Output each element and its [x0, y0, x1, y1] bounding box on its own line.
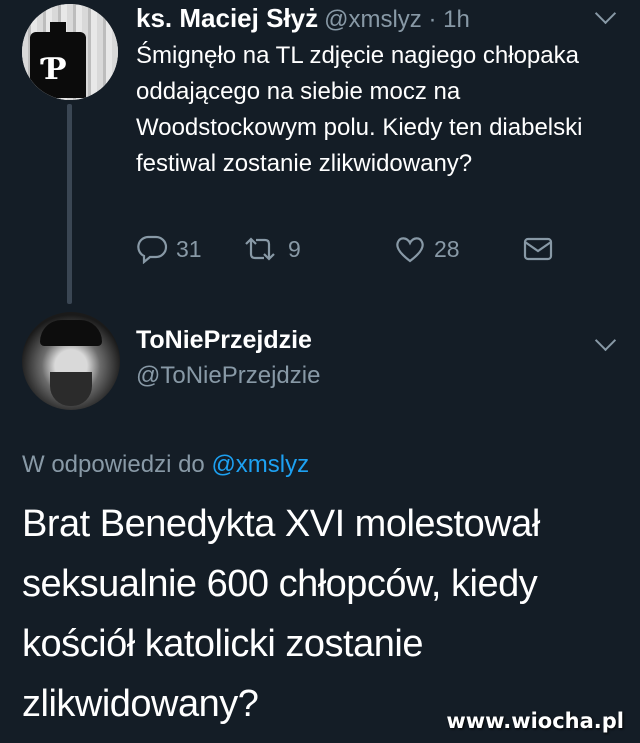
author-handle: @xmslyz · 1h — [324, 6, 470, 33]
heart-icon — [396, 237, 424, 263]
tweet-text: Brat Benedykta XVI molestował seksualnie… — [22, 503, 540, 725]
fighting-poland-anchor-icon: Ƥ — [44, 52, 67, 87]
replying-prefix: W odpowiedzi do — [22, 451, 205, 478]
like-count: 28 — [434, 235, 460, 262]
watermark: www.wiocha.pl — [446, 709, 624, 733]
avatar[interactable]: Ƥ — [22, 4, 118, 100]
reply-icon — [137, 235, 168, 264]
like-button[interactable]: 28 — [394, 234, 460, 264]
avatar-cap — [40, 320, 102, 346]
chevron-down-icon[interactable] — [594, 2, 617, 25]
tweet-text: Śmignęło na TL zdjęcie nagiego chłopaka … — [136, 42, 583, 177]
tweet-actions: 31 9 28 — [136, 234, 566, 270]
reply-button[interactable]: 31 — [136, 234, 202, 264]
retweet-count: 9 — [288, 235, 301, 262]
replying-to: W odpowiedzi do @xmslyz — [22, 451, 309, 479]
avatar[interactable] — [22, 312, 120, 410]
direct-message-button[interactable] — [522, 234, 554, 264]
avatar-beard — [50, 372, 92, 406]
envelope-icon — [523, 237, 553, 261]
chevron-down-icon[interactable] — [594, 329, 617, 352]
tweet-author[interactable]: ks. Maciej Słyż @xmslyz · 1h — [136, 3, 470, 34]
retweet-icon — [245, 237, 275, 261]
author-name[interactable]: ks. Maciej Słyż — [136, 3, 318, 33]
retweet-button[interactable]: 9 — [240, 234, 301, 264]
replying-mention-link[interactable]: @xmslyz — [211, 451, 309, 478]
reply-count: 31 — [176, 235, 202, 262]
thread-line — [67, 104, 72, 304]
author-handle[interactable]: @ToNiePrzejdzie — [136, 362, 320, 390]
author-name[interactable]: ToNiePrzejdzie — [136, 326, 312, 355]
